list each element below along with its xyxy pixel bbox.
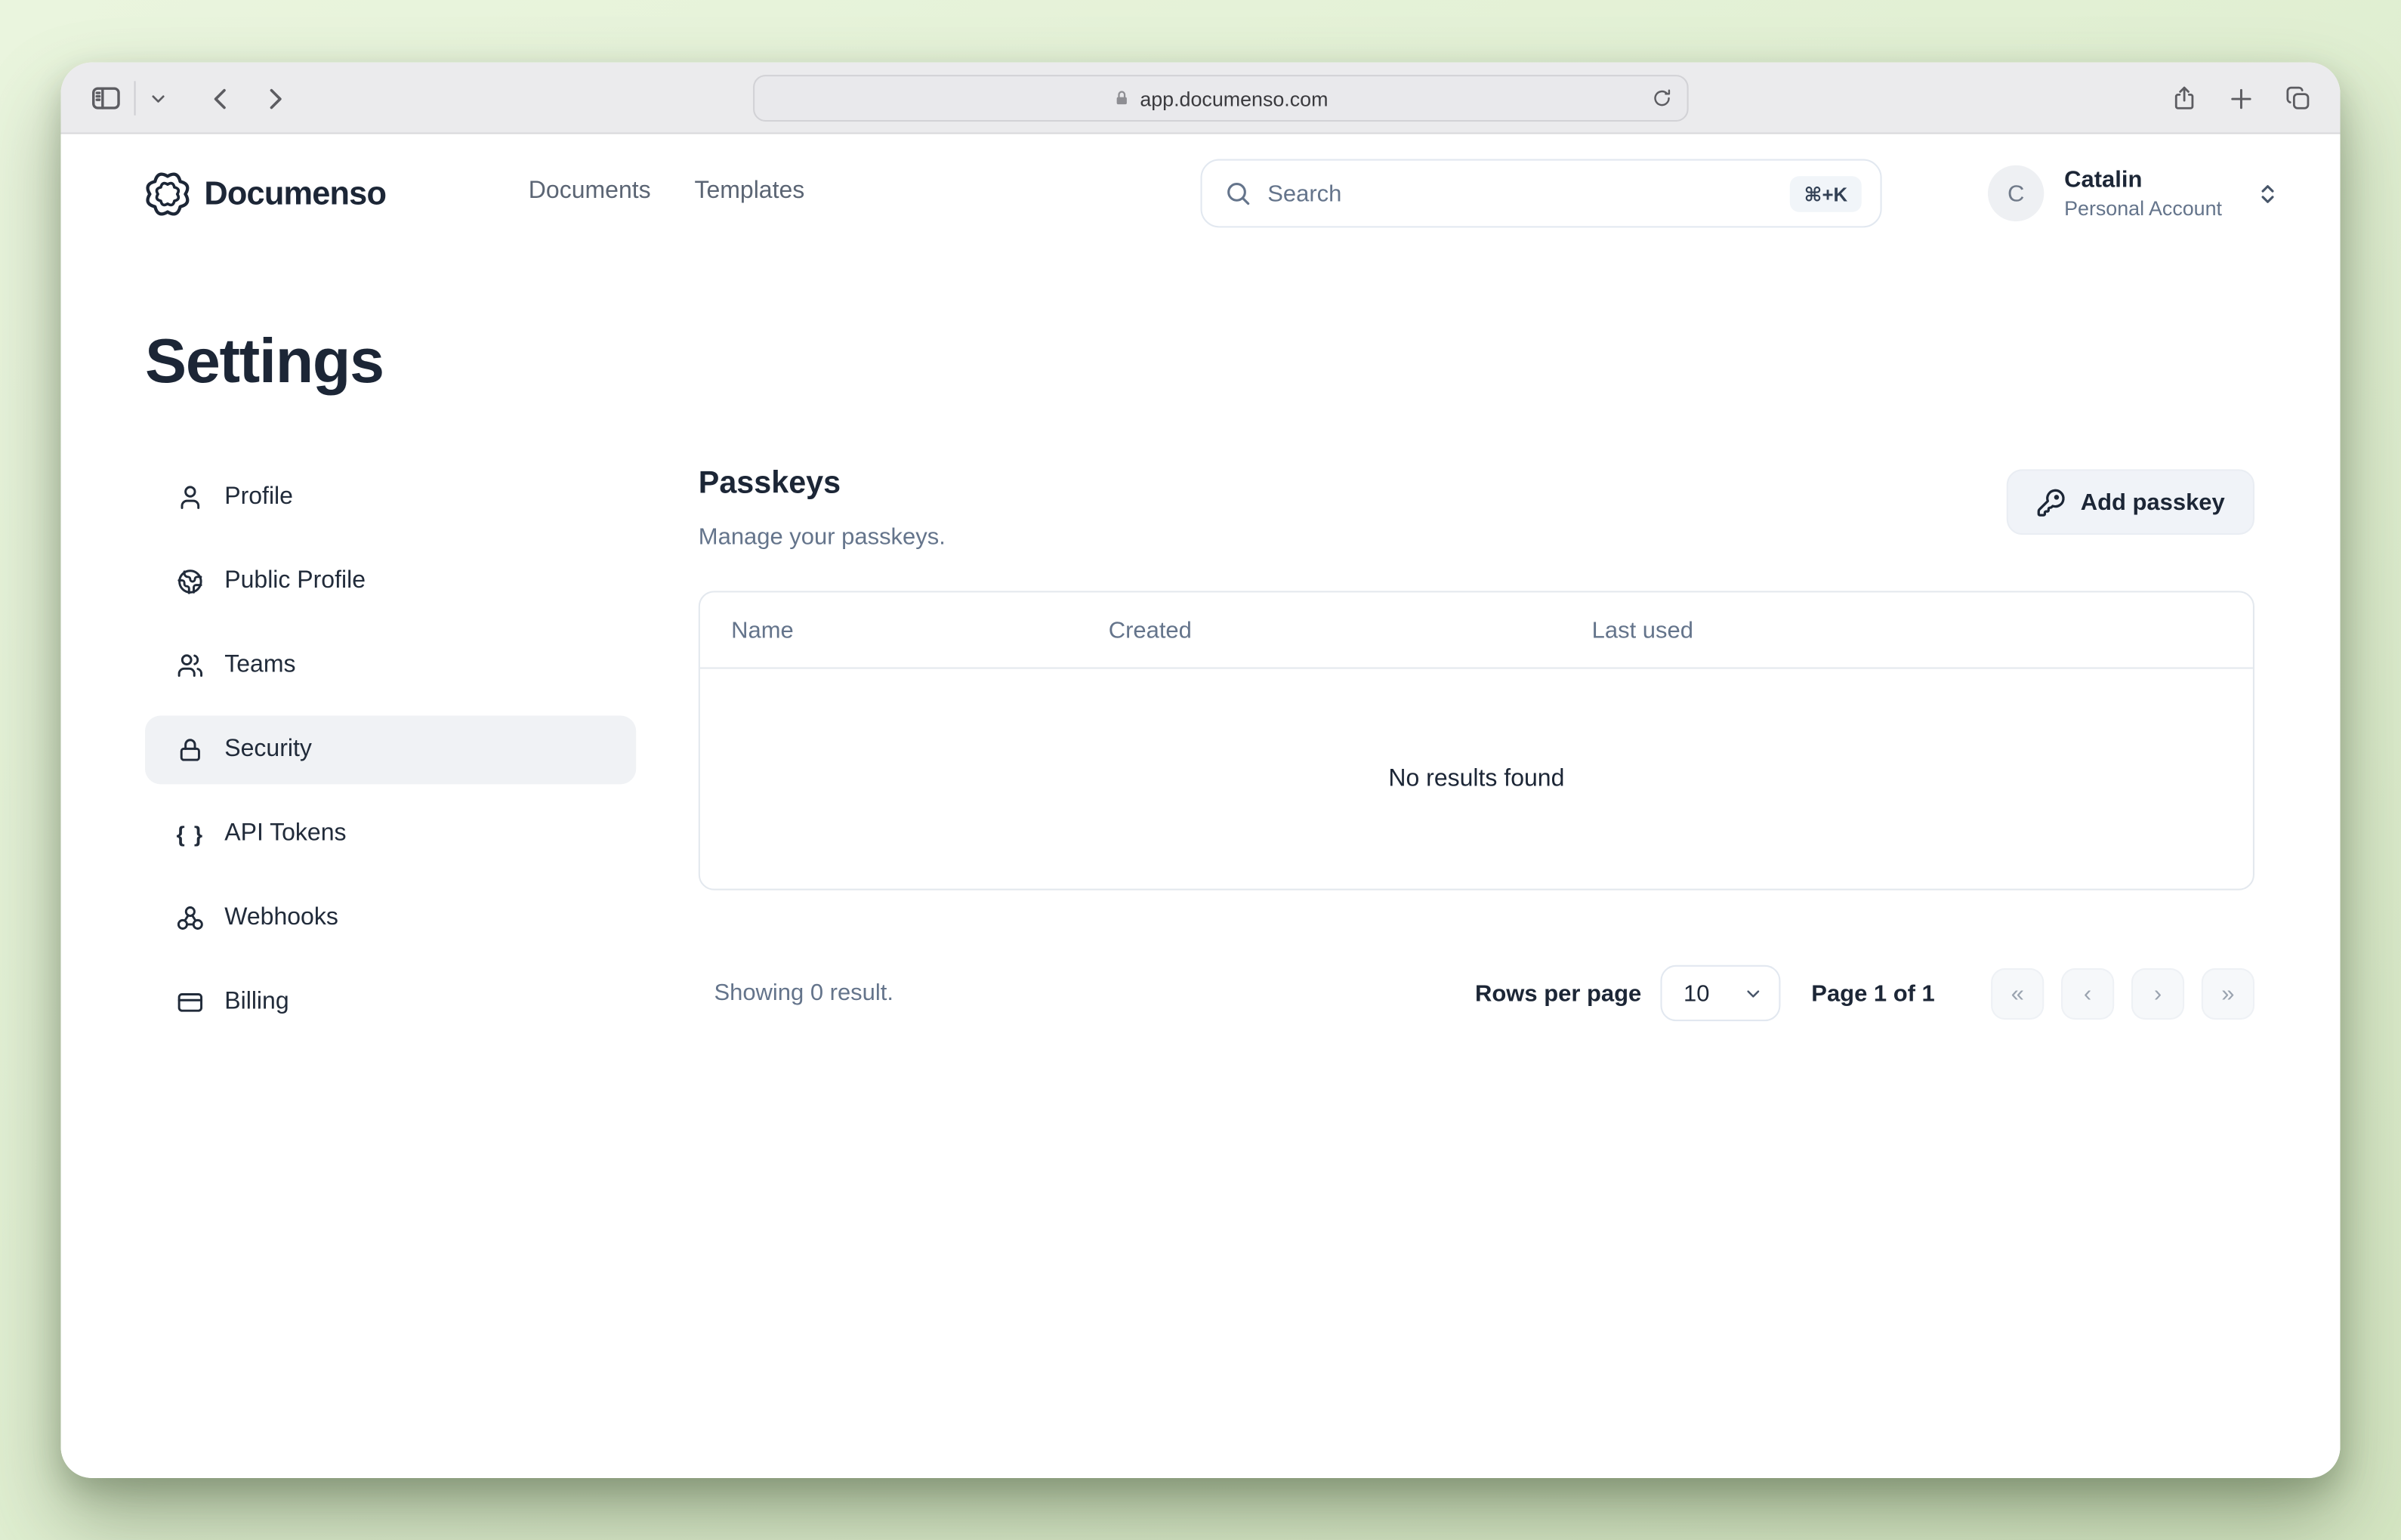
globe-icon	[176, 567, 204, 595]
page-indicator: Page 1 of 1	[1811, 980, 1934, 1006]
app-page: Documenso Documents Templates Search ⌘+K…	[61, 134, 2341, 1478]
tab-overview-icon[interactable]	[2284, 84, 2312, 112]
back-icon[interactable]	[205, 83, 235, 113]
table-header-row: Name Created Last used	[700, 592, 2253, 668]
share-icon[interactable]	[2171, 84, 2199, 112]
next-page-button[interactable]: ›	[2131, 968, 2184, 1019]
search-input[interactable]: Search ⌘+K	[1201, 159, 1882, 228]
screenshot-stage: app.documenso.com	[0, 0, 2401, 1540]
primary-nav: Documents Templates	[529, 177, 805, 205]
documenso-seal-icon	[145, 171, 190, 217]
sidebar-chevron-down-icon[interactable]	[148, 88, 168, 109]
first-page-button[interactable]: «	[1991, 968, 2044, 1019]
sidebar-toggle-icon[interactable]	[89, 81, 123, 115]
search-shortcut-badge: ⌘+K	[1790, 175, 1862, 211]
sidebar-item-security[interactable]: Security	[145, 716, 636, 785]
reload-icon[interactable]	[1651, 88, 1673, 110]
browser-window: app.documenso.com	[61, 63, 2341, 1478]
sidebar-item-label: Public Profile	[224, 567, 366, 595]
rows-per-page-value: 10	[1683, 980, 1709, 1006]
user-icon	[176, 483, 204, 511]
rows-per-page-select[interactable]: 10	[1660, 965, 1780, 1021]
passkeys-panel: Passkeys Manage your passkeys. Add passk…	[699, 464, 2254, 1021]
table-footer: Showing 0 result. Rows per page 10 Page …	[699, 965, 2254, 1021]
previous-page-button[interactable]: ‹	[2061, 968, 2114, 1019]
brand-name: Documenso	[204, 175, 386, 213]
column-header-name: Name	[731, 592, 794, 668]
account-type: Personal Account	[2064, 194, 2222, 221]
nav-templates[interactable]: Templates	[694, 177, 804, 205]
key-icon	[2037, 487, 2066, 517]
column-header-last-used: Last used	[1592, 592, 1693, 668]
credit-card-icon	[176, 989, 204, 1017]
add-passkey-button[interactable]: Add passkey	[2008, 469, 2254, 535]
chevrons-up-down-icon	[2256, 181, 2279, 205]
results-summary: Showing 0 result.	[714, 980, 893, 1006]
sidebar-item-api-tokens[interactable]: { } API Tokens	[145, 800, 636, 869]
column-header-created: Created	[1109, 592, 1192, 668]
url-text: app.documenso.com	[1140, 87, 1328, 110]
sidebar-item-profile[interactable]: Profile	[145, 463, 636, 532]
sidebar-item-billing[interactable]: Billing	[145, 968, 636, 1037]
lock-icon	[176, 736, 204, 764]
toolbar-divider	[134, 81, 136, 115]
browser-toolbar: app.documenso.com	[61, 63, 2341, 134]
webhook-icon	[176, 904, 204, 932]
chevron-down-icon	[1742, 983, 1763, 1004]
rows-per-page-label: Rows per page	[1475, 980, 1641, 1006]
page-title: Settings	[145, 324, 384, 399]
sidebar-item-label: Teams	[224, 652, 295, 680]
sidebar-item-teams[interactable]: Teams	[145, 631, 636, 700]
new-tab-icon[interactable]	[2228, 85, 2254, 112]
documenso-logo[interactable]: Documenso	[145, 171, 386, 217]
search-icon	[1224, 179, 1251, 207]
settings-sidebar: Profile Public Profile Teams Security	[145, 463, 636, 1037]
braces-icon: { }	[176, 822, 204, 847]
passkeys-table: Name Created Last used No results found	[699, 591, 2254, 890]
last-page-button[interactable]: »	[2202, 968, 2254, 1019]
search-placeholder: Search	[1267, 180, 1774, 206]
sidebar-item-webhooks[interactable]: Webhooks	[145, 884, 636, 952]
users-icon	[176, 652, 204, 680]
desktop-background: app.documenso.com	[0, 0, 2401, 1540]
forward-icon[interactable]	[261, 83, 290, 113]
sidebar-item-label: Webhooks	[224, 904, 338, 932]
avatar: C	[1988, 165, 2044, 221]
nav-documents[interactable]: Documents	[529, 177, 651, 205]
account-menu[interactable]: C Catalin Personal Account	[1988, 165, 2279, 221]
sidebar-item-label: Billing	[224, 989, 289, 1017]
pagination-controls: « ‹ › »	[1991, 968, 2254, 1019]
user-name: Catalin	[2064, 166, 2222, 194]
sidebar-item-public-profile[interactable]: Public Profile	[145, 548, 636, 616]
empty-state-text: No results found	[700, 669, 2253, 890]
address-bar[interactable]: app.documenso.com	[753, 75, 1689, 122]
sidebar-item-label: API Tokens	[224, 820, 346, 848]
add-passkey-label: Add passkey	[2081, 489, 2225, 515]
sidebar-item-label: Security	[224, 736, 312, 764]
sidebar-item-label: Profile	[224, 483, 293, 511]
tls-lock-icon	[1113, 89, 1131, 108]
